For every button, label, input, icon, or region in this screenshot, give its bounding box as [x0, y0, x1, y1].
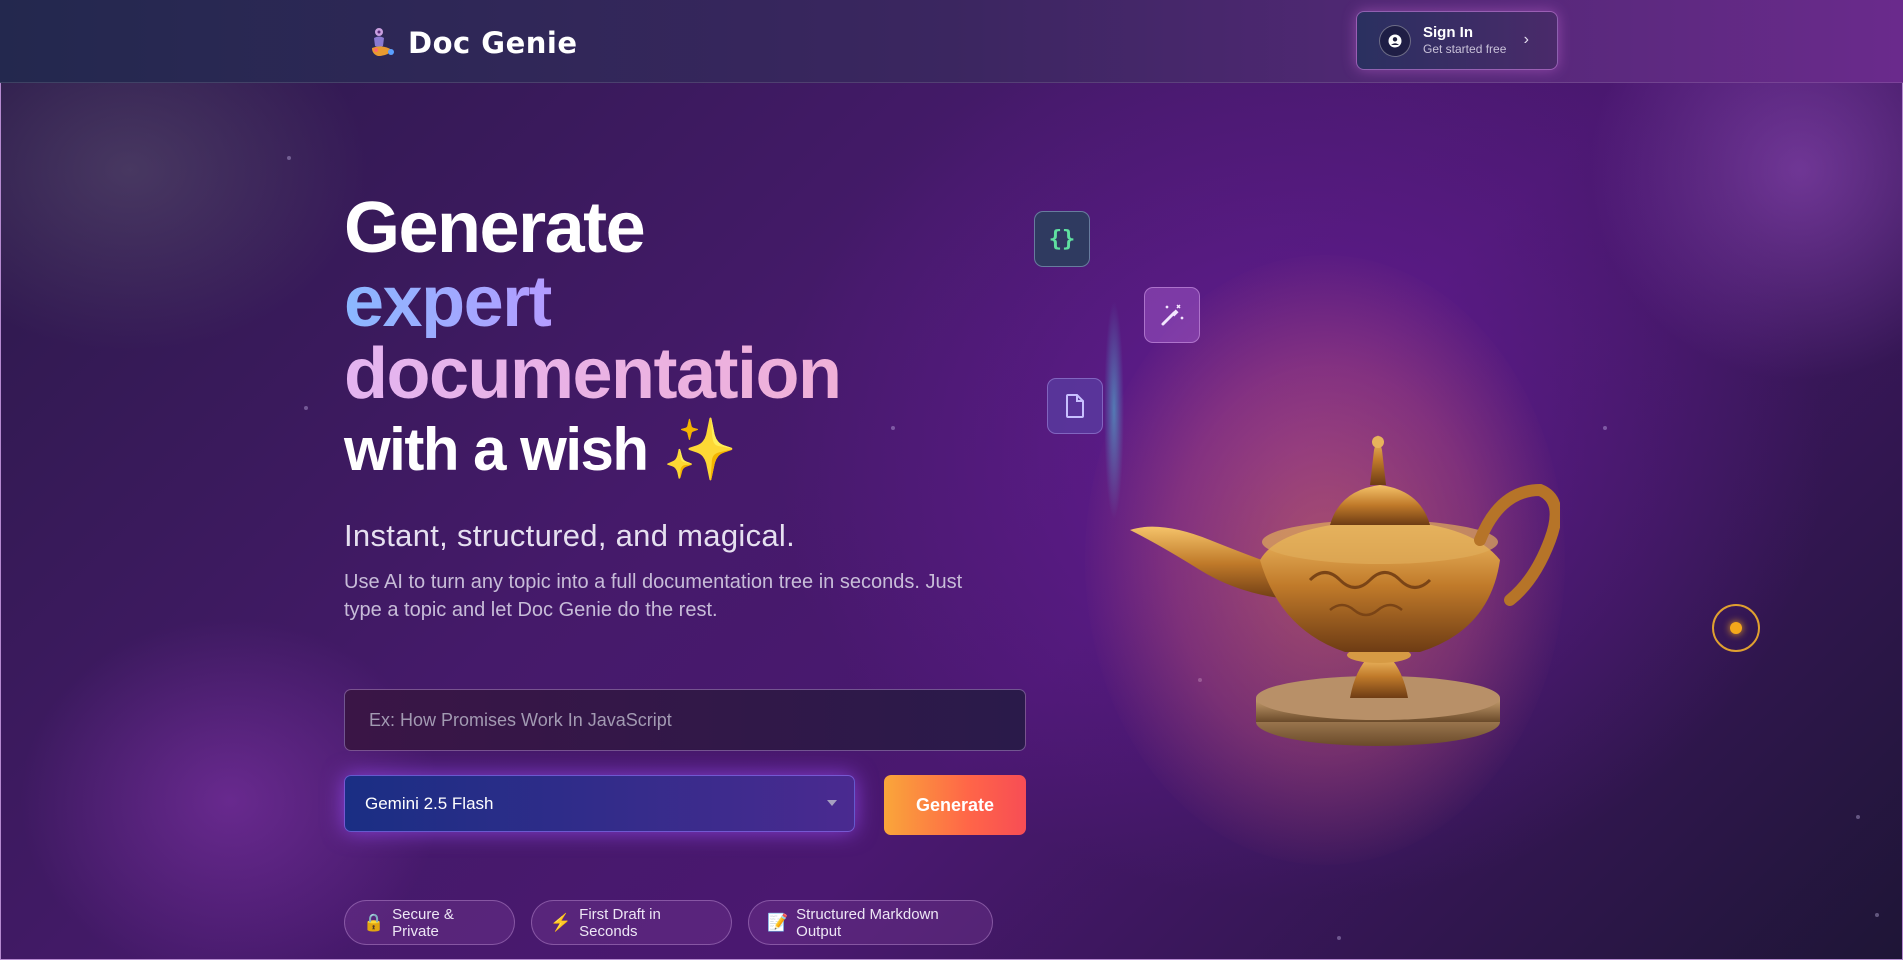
- background-star: [304, 406, 308, 410]
- sign-in-text: Sign In Get started free: [1423, 24, 1506, 58]
- background-star: [1875, 913, 1879, 917]
- hero-description: Use AI to turn any topic into a full doc…: [344, 571, 963, 621]
- feature-pill-markdown: 📝 Structured Markdown Output: [748, 900, 993, 945]
- floating-orb: [1712, 604, 1760, 652]
- background-star: [891, 426, 895, 430]
- background-star: [1603, 426, 1607, 430]
- genie-mascot-icon: [368, 26, 398, 60]
- lock-icon: 🔒: [363, 912, 385, 932]
- topic-input[interactable]: [344, 689, 1026, 751]
- feature-pill-secure: 🔒 Secure & Private: [344, 900, 515, 945]
- background-star: [1856, 815, 1860, 819]
- chevron-right-icon: ›: [1523, 31, 1529, 48]
- memo-icon: 📝: [767, 912, 789, 932]
- feature-label: First Draft in Seconds: [579, 905, 661, 940]
- code-braces-glyph: {}: [1048, 226, 1076, 252]
- orb-dot: [1730, 622, 1742, 634]
- feature-pill-speed: ⚡ First Draft in Seconds: [531, 900, 732, 945]
- sign-in-button[interactable]: Sign In Get started free ›: [1356, 11, 1558, 70]
- hero-tagline: Instant, structured, and magical.: [344, 518, 796, 553]
- background-star: [1337, 936, 1341, 940]
- lightning-icon: ⚡: [550, 912, 572, 932]
- sign-in-title: Sign In: [1423, 23, 1473, 41]
- hero-heading-line-1: Generate: [344, 188, 646, 268]
- feature-label: Secure & Private: [392, 905, 454, 940]
- sign-in-subtitle: Get started free: [1423, 42, 1507, 57]
- brand-logo[interactable]: Doc Genie: [368, 26, 578, 60]
- document-icon: [1047, 378, 1103, 434]
- code-braces-icon: {}: [1034, 211, 1090, 267]
- model-select[interactable]: Gemini 2.5 Flash: [344, 775, 855, 832]
- magic-wand-icon: [1144, 287, 1200, 343]
- magic-lamp-illustration: [1130, 435, 1560, 746]
- background-star: [287, 156, 291, 160]
- hero-heading-line-2: expert: [344, 262, 553, 342]
- model-selected-value: Gemini 2.5 Flash: [365, 793, 494, 813]
- top-navbar: Doc Genie Sign In Get started free ›: [0, 0, 1903, 83]
- user-circle-icon: [1379, 24, 1411, 57]
- hero-heading-line-3: documentation: [344, 334, 842, 414]
- hero-heading-line-4: with a wish ✨: [344, 416, 737, 483]
- generate-button[interactable]: Generate: [884, 775, 1026, 835]
- brand-name: Doc Genie: [408, 26, 578, 60]
- caret-down-icon: [827, 800, 837, 806]
- feature-label: Structured Markdown Output: [796, 905, 939, 940]
